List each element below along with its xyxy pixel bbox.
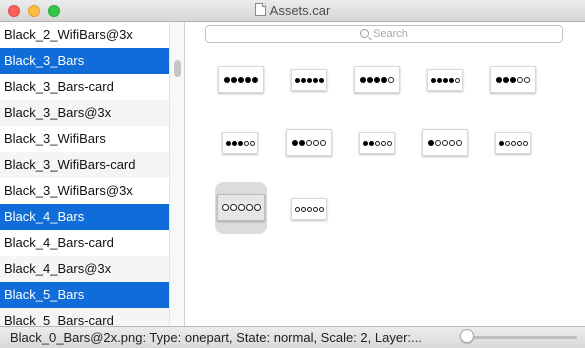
asset-thumbnail[interactable] [291, 69, 327, 91]
asset-thumbnail[interactable] [359, 132, 395, 154]
asset-grid-area: Search [185, 22, 585, 326]
signal-dot-filled-icon [225, 140, 231, 146]
asset-thumbnail[interactable] [495, 132, 531, 154]
signal-dot-empty-icon [454, 77, 460, 83]
signal-dot-empty-icon [229, 204, 237, 211]
asset-thumbnail[interactable] [354, 66, 400, 93]
signal-dot-empty-icon [456, 139, 462, 146]
asset-thumbnail[interactable] [291, 198, 327, 220]
signal-dot-filled-icon [300, 77, 306, 83]
window-title-wrap: Assets.car [0, 3, 585, 18]
asset-list-item[interactable]: Black_3_WifiBars [0, 126, 169, 152]
signal-dot-empty-icon [449, 139, 455, 146]
signal-dot-filled-icon [368, 140, 374, 146]
signal-dot-empty-icon [374, 140, 380, 146]
signal-dot-empty-icon [306, 206, 312, 212]
signal-dot-empty-icon [312, 206, 318, 212]
signal-dot-filled-icon [306, 77, 312, 83]
signal-dot-filled-icon [231, 140, 237, 146]
asset-list-item[interactable]: Black_5_Bars-card [0, 308, 169, 326]
zoom-slider-track[interactable] [465, 336, 577, 339]
signal-dot-filled-icon [381, 76, 387, 83]
signal-dot-empty-icon [320, 139, 326, 146]
signal-dot-empty-icon [516, 140, 522, 146]
asset-list-item[interactable]: Black_3_Bars [0, 48, 169, 74]
asset-list-item[interactable]: Black_3_Bars@3x [0, 100, 169, 126]
signal-dot-filled-icon [498, 140, 504, 146]
asset-thumbnail[interactable] [218, 66, 264, 93]
signal-dot-empty-icon [249, 140, 255, 146]
signal-dot-filled-icon [442, 77, 448, 83]
signal-dot-empty-icon [300, 206, 306, 212]
signal-dot-empty-icon [524, 76, 530, 83]
signal-dot-filled-icon [374, 76, 380, 83]
asset-list-item[interactable]: Black_3_WifiBars-card [0, 152, 169, 178]
signal-dot-empty-icon [517, 76, 523, 83]
signal-dot-filled-icon [448, 77, 454, 83]
asset-list-item[interactable]: Black_4_Bars@3x [0, 256, 169, 282]
signal-dot-filled-icon [503, 76, 509, 83]
signal-dot-filled-icon [237, 140, 243, 146]
signal-dot-filled-icon [294, 77, 300, 83]
document-icon [254, 3, 266, 16]
signal-dot-empty-icon [245, 204, 253, 211]
signal-dot-filled-icon [224, 76, 230, 83]
signal-dot-empty-icon [313, 139, 319, 146]
signal-dot-empty-icon [294, 206, 300, 212]
signal-dot-empty-icon [504, 140, 510, 146]
signal-dot-filled-icon [428, 139, 434, 146]
signal-dot-empty-icon [380, 140, 386, 146]
signal-dot-filled-icon [292, 139, 298, 146]
signal-dot-filled-icon [299, 139, 305, 146]
signal-dot-empty-icon [243, 140, 249, 146]
search-field[interactable]: Search [205, 25, 563, 43]
asset-list[interactable]: Black_2_WifiBars@3x Black_3_Bars Black_3_B… [0, 22, 169, 326]
asset-thumbnail[interactable] [286, 129, 332, 156]
asset-thumbnail[interactable] [422, 129, 468, 156]
window-title: Assets.car [269, 3, 331, 18]
signal-dot-filled-icon [436, 77, 442, 83]
signal-dot-filled-icon [238, 76, 244, 83]
signal-dot-filled-icon [496, 76, 502, 83]
asset-thumbnail-selected[interactable] [217, 194, 265, 221]
status-text: Black_0_Bars@2x.png: Type: onepart, Stat… [10, 330, 422, 345]
signal-dot-filled-icon [312, 77, 318, 83]
signal-dot-empty-icon [442, 139, 448, 146]
signal-dot-empty-icon [388, 76, 394, 83]
signal-dot-filled-icon [510, 76, 516, 83]
signal-dot-empty-icon [318, 206, 324, 212]
signal-dot-filled-icon [367, 76, 373, 83]
search-placeholder: Search [373, 28, 408, 40]
asset-list-item[interactable]: Black_4_Bars [0, 204, 169, 230]
signal-dot-filled-icon [231, 76, 237, 83]
asset-list-item[interactable]: Black_2_WifiBars@3x [0, 22, 169, 48]
asset-thumbnail[interactable] [490, 66, 536, 93]
signal-dot-filled-icon [245, 76, 251, 83]
search-icon [360, 29, 370, 38]
signal-dot-empty-icon [221, 204, 229, 211]
zoom-slider-knob[interactable] [460, 329, 474, 343]
signal-dot-filled-icon [252, 76, 258, 83]
status-bar: Black_0_Bars@2x.png: Type: onepart, Stat… [0, 326, 585, 348]
asset-list-item[interactable]: Black_4_Bars-card [0, 230, 169, 256]
asset-list-item[interactable]: Black_5_Bars [0, 282, 169, 308]
signal-dot-filled-icon [360, 76, 366, 83]
asset-list-item[interactable]: Black_3_Bars-card [0, 74, 169, 100]
sidebar-scrollbar[interactable] [169, 22, 185, 326]
signal-dot-empty-icon [522, 140, 528, 146]
asset-thumbnail[interactable] [222, 132, 258, 154]
asset-thumbnail[interactable] [427, 69, 463, 91]
title-bar: Assets.car [0, 0, 585, 22]
signal-dot-empty-icon [253, 204, 261, 211]
signal-dot-filled-icon [430, 77, 436, 83]
signal-dot-filled-icon [362, 140, 368, 146]
asset-list-item[interactable]: Black_3_WifiBars@3x [0, 178, 169, 204]
signal-dot-empty-icon [510, 140, 516, 146]
signal-dot-empty-icon [237, 204, 245, 211]
signal-dot-empty-icon [386, 140, 392, 146]
signal-dot-empty-icon [435, 139, 441, 146]
scrollbar-thumb[interactable] [174, 60, 181, 77]
signal-dot-filled-icon [318, 77, 324, 83]
signal-dot-empty-icon [306, 139, 312, 146]
